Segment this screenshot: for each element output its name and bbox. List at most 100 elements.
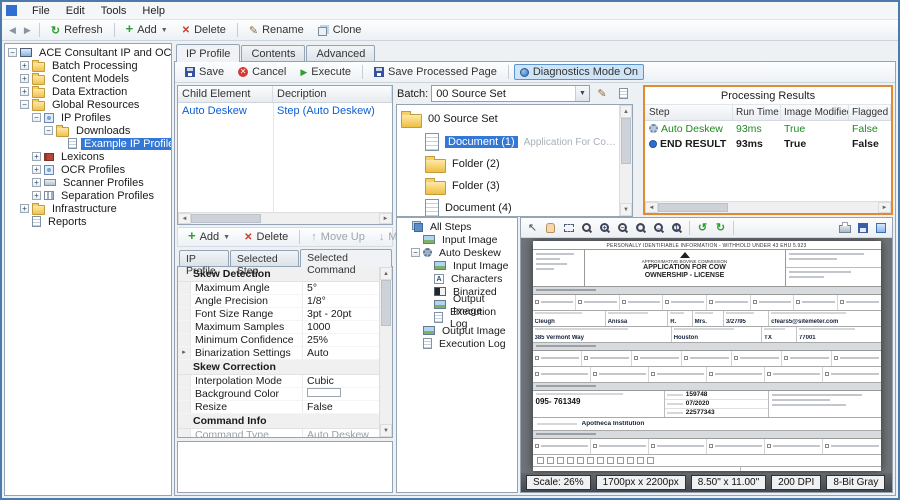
property-value[interactable]: 5° <box>303 282 379 294</box>
zoom-out-icon[interactable]: − <box>614 220 631 236</box>
results-column-step[interactable]: Step <box>645 105 733 120</box>
fit-width-icon[interactable]: ↔ <box>650 220 667 236</box>
grid-row[interactable]: Auto DeskewStep (Auto Deskew) <box>178 103 392 118</box>
column-header-child-element[interactable]: Child Element <box>178 86 273 102</box>
dropdown-arrow-icon[interactable]: ▼ <box>223 234 230 241</box>
steps-tree-item-execution-log[interactable]: Execution Log <box>397 337 517 350</box>
scrollbar-track[interactable] <box>261 213 379 224</box>
property-value[interactable]: 1000 <box>303 321 379 333</box>
results-column-image-modified[interactable]: Image Modified <box>781 105 849 120</box>
expander-icon[interactable]: − <box>411 248 420 257</box>
property-row-resize[interactable]: ResizeFalse <box>178 401 379 414</box>
results-column-flagged[interactable]: Flagged <box>849 105 891 120</box>
property-row-minimum-confidence[interactable]: Minimum Confidence25% <box>178 334 379 347</box>
results-row-auto-deskew[interactable]: Auto Deskew93msTrueFalse <box>645 121 891 136</box>
nav-tree-item-content-models[interactable]: +Content Models <box>5 72 171 85</box>
expander-icon[interactable]: + <box>32 152 41 161</box>
expand-arrow-icon[interactable]: ▸ <box>178 347 191 359</box>
nav-tree-item-global-resources[interactable]: −Global Resources <box>5 98 171 111</box>
property-section-skew-correction[interactable]: Skew Correction <box>178 360 379 375</box>
property-value[interactable]: 3pt - 20pt <box>303 308 379 320</box>
expander-icon[interactable]: − <box>32 113 41 122</box>
scrollbar-track[interactable] <box>380 326 392 424</box>
rename-button[interactable]: Rename <box>243 22 310 39</box>
dropdown-arrow-icon[interactable]: ▼ <box>161 27 168 34</box>
zoom-in-icon[interactable]: + <box>596 220 613 236</box>
scroll-up-icon[interactable]: ▲ <box>380 267 392 280</box>
nav-tree-item-batch-processing[interactable]: +Batch Processing <box>5 59 171 72</box>
add-button[interactable]: Add▼ <box>120 22 174 38</box>
property-row-interpolation-mode[interactable]: Interpolation ModeCubic <box>178 375 379 388</box>
expander-icon[interactable]: − <box>20 100 29 109</box>
nav-tree-item-ace-consultant-ip-and-ocr[interactable]: −ACE Consultant IP and OCR <box>5 46 171 59</box>
column-header-decription[interactable]: Decription <box>273 86 392 102</box>
print-icon[interactable] <box>836 220 853 236</box>
expander-icon[interactable]: + <box>32 165 41 174</box>
menu-tools[interactable]: Tools <box>93 3 135 19</box>
actual-size-icon[interactable]: 1 <box>668 220 685 236</box>
grid-horizontal-scrollbar[interactable]: ◄ ► <box>178 212 392 224</box>
property-grid-scrollbar[interactable]: ▲ ▼ <box>379 267 392 437</box>
steps-tree-item-input-image[interactable]: Input Image <box>397 259 517 272</box>
steps-tree-item-execution-log[interactable]: Execution Log <box>397 311 517 324</box>
batch-select[interactable]: 00 Source Set ▼ <box>431 85 590 102</box>
steps-tree-item-input-image[interactable]: Input Image <box>397 233 517 246</box>
nav-tree-item-reports[interactable]: Reports <box>5 215 171 228</box>
save-processed-page-button[interactable]: Save Processed Page <box>368 64 503 80</box>
nav-tree-item-example-ip-profile[interactable]: Example IP Profile <box>5 137 171 150</box>
refresh-button[interactable]: Refresh <box>45 22 109 39</box>
scrollbar-track[interactable] <box>728 202 878 213</box>
tab-ip-profile[interactable]: IP Profile <box>179 250 229 266</box>
property-value[interactable]: Cubic <box>303 375 379 387</box>
property-row-command-type[interactable]: Command TypeAuto Deskew <box>178 429 379 437</box>
batch-edit-icon[interactable]: ✎ <box>593 85 611 102</box>
scroll-right-icon[interactable]: ► <box>878 202 891 213</box>
select-icon[interactable]: ↖ <box>524 220 541 236</box>
color-swatch[interactable] <box>307 388 341 397</box>
chevron-down-icon[interactable]: ▼ <box>575 86 589 101</box>
nav-tree-item-data-extraction[interactable]: +Data Extraction <box>5 85 171 98</box>
nav-tree-item-downloads[interactable]: −Downloads <box>5 124 171 137</box>
tab-selected-step[interactable]: Selected Step <box>230 250 299 266</box>
results-column-run-time[interactable]: Run Time <box>733 105 781 120</box>
tab-advanced[interactable]: Advanced <box>306 45 375 61</box>
refresh-ccw-icon[interactable]: ↺ <box>694 220 711 236</box>
steps-tree-item-all-steps[interactable]: All Steps <box>397 220 517 233</box>
expander-icon[interactable]: + <box>32 191 41 200</box>
tab-contents[interactable]: Contents <box>241 45 305 61</box>
nav-tree-item-lexicons[interactable]: +Lexicons <box>5 150 171 163</box>
property-row-binarization-settings[interactable]: ▸Binarization SettingsAuto <box>178 347 379 360</box>
save-view-icon[interactable] <box>854 220 871 236</box>
results-row-end-result[interactable]: END RESULT93msTrueFalse <box>645 136 891 151</box>
delete-button[interactable]: Delete <box>238 229 294 245</box>
scrollbar-thumb[interactable] <box>381 280 391 326</box>
scroll-left-icon[interactable]: ◄ <box>178 213 191 224</box>
pan-icon[interactable] <box>542 220 559 236</box>
property-value[interactable]: 1/8° <box>303 295 379 307</box>
property-row-background-color[interactable]: Background Color <box>178 388 379 401</box>
batch-item-folder-2-[interactable]: Folder (2) <box>401 153 617 175</box>
property-value[interactable]: False <box>303 401 379 413</box>
document-canvas[interactable]: PERSONALLY IDENTIFIABLE INFORMATION - WI… <box>521 238 892 473</box>
expander-icon[interactable]: + <box>20 204 29 213</box>
property-value[interactable]: 25% <box>303 334 379 346</box>
magnifier-icon[interactable] <box>578 220 595 236</box>
scroll-up-icon[interactable]: ▲ <box>620 105 632 118</box>
nav-tree-item-scanner-profiles[interactable]: +Scanner Profiles <box>5 176 171 189</box>
property-value[interactable]: Auto <box>303 347 379 359</box>
tab-selected-command[interactable]: Selected Command <box>300 249 392 267</box>
nav-tree-item-ocr-profiles[interactable]: +OCR Profiles <box>5 163 171 176</box>
tab-ip-profile[interactable]: IP Profile <box>176 44 240 62</box>
scroll-right-icon[interactable]: ► <box>379 213 392 224</box>
expander-icon[interactable]: − <box>8 48 17 57</box>
batch-item-document-4-[interactable]: Document (4) <box>401 197 617 216</box>
scroll-down-icon[interactable]: ▼ <box>620 203 632 216</box>
expander-icon[interactable]: + <box>20 61 29 70</box>
steps-tree-item-output-image[interactable]: Output Image <box>397 324 517 337</box>
property-section-command-info[interactable]: Command Info <box>178 414 379 429</box>
fit-page-icon[interactable]: □ <box>632 220 649 236</box>
steps-tree-item-auto-deskew[interactable]: −Auto Deskew <box>397 246 517 259</box>
add-button[interactable]: Add▼ <box>182 229 236 245</box>
property-row-maximum-samples[interactable]: Maximum Samples1000 <box>178 321 379 334</box>
expander-icon[interactable]: + <box>20 87 29 96</box>
